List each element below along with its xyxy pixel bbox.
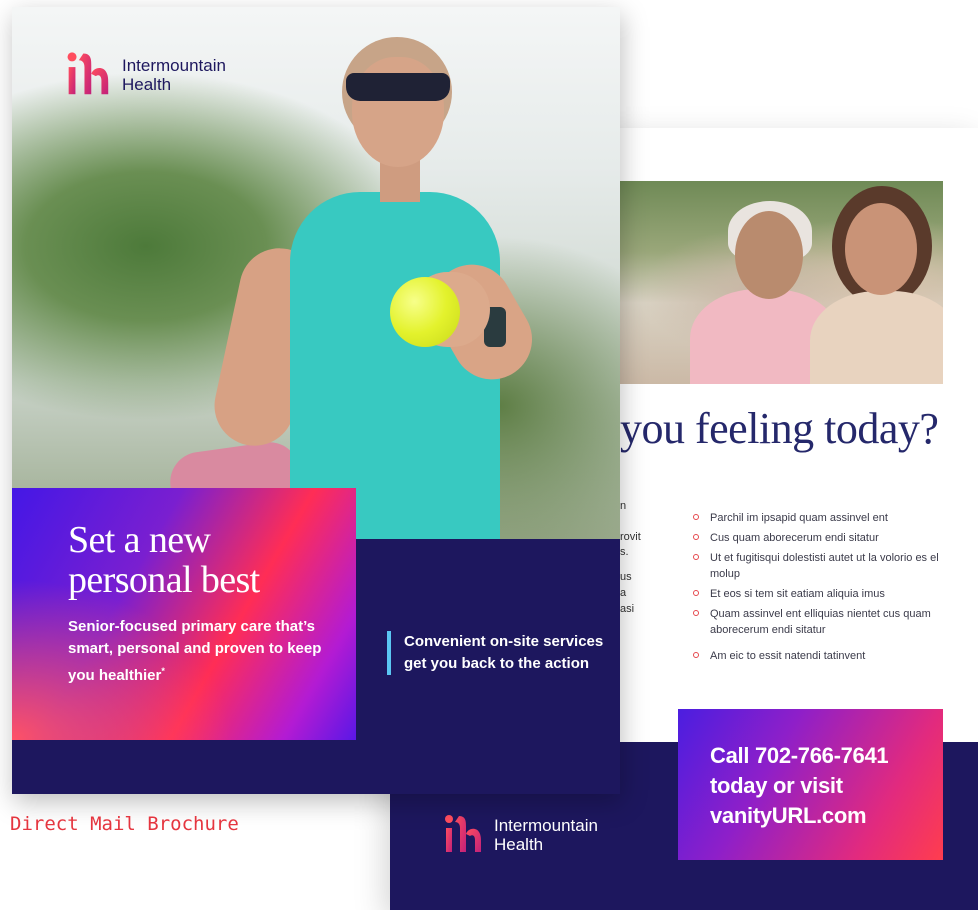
bullet-ring-icon: [693, 514, 699, 520]
brochure-caption: Direct Mail Brochure: [10, 813, 239, 835]
benefit-item: Am eic to essit natendi tatinvent: [692, 648, 942, 664]
brand-logo: Intermountain Health: [64, 49, 226, 101]
benefit-item: Et eos si tem sit eatiam aliquia imus: [692, 586, 942, 602]
brochure-cover-panel: Intermountain Health Set a new personal …: [12, 7, 620, 794]
cover-callout: Convenient on-site services get you back…: [387, 631, 604, 675]
call-to-action-box: Call 702-766-7641 today or visit vanityU…: [678, 709, 943, 860]
cover-subhead: Senior-focused primary care that’s smart…: [68, 618, 322, 684]
bullet-ring-icon: [693, 652, 699, 658]
bullet-ring-icon: [693, 554, 699, 560]
cut-text-fragment: us: [620, 571, 632, 583]
benefit-item: Ut et fugitisqui dolestisti autet ut la …: [692, 550, 942, 582]
brand-wordmark: Intermountain Health: [494, 816, 598, 854]
cut-text-fragment: asi: [620, 603, 635, 615]
seniors-laughing-photo: [620, 181, 943, 384]
cut-text-fragment: rovit: [620, 531, 641, 543]
bullet-ring-icon: [693, 590, 699, 596]
cta-text: today or visit: [710, 773, 843, 798]
brand-logo-footer: Intermountain Health: [442, 812, 598, 858]
cut-text-fragment: n: [620, 500, 627, 512]
cover-headline: Set a new personal best: [68, 519, 260, 601]
ih-logo-mark-icon: [445, 815, 481, 852]
cta-phone: Call 702-766-7641: [710, 743, 889, 768]
cut-text-fragment: s.: [620, 546, 629, 558]
brand-wordmark: Intermountain Health: [122, 56, 226, 94]
inside-heading: you feeling today?: [620, 404, 939, 453]
benefit-item: Cus quam aborecerum endi sitatur: [692, 530, 942, 546]
benefit-list: Parchil im ipsapid quam assinvel ent Cus…: [692, 510, 942, 668]
bullet-ring-icon: [693, 610, 699, 616]
cut-text-fragment: a: [620, 587, 627, 599]
cta-url: vanityURL.com: [710, 803, 867, 828]
headline-box: Set a new personal best Senior-focused p…: [12, 488, 356, 740]
bullet-ring-icon: [693, 534, 699, 540]
footnote-mark: *: [161, 666, 165, 676]
benefit-item: Quam assinvel ent elliquias nientet cus …: [692, 606, 942, 638]
ih-logo-mark-icon: [67, 52, 109, 95]
benefit-item: Parchil im ipsapid quam assinvel ent: [692, 510, 942, 526]
